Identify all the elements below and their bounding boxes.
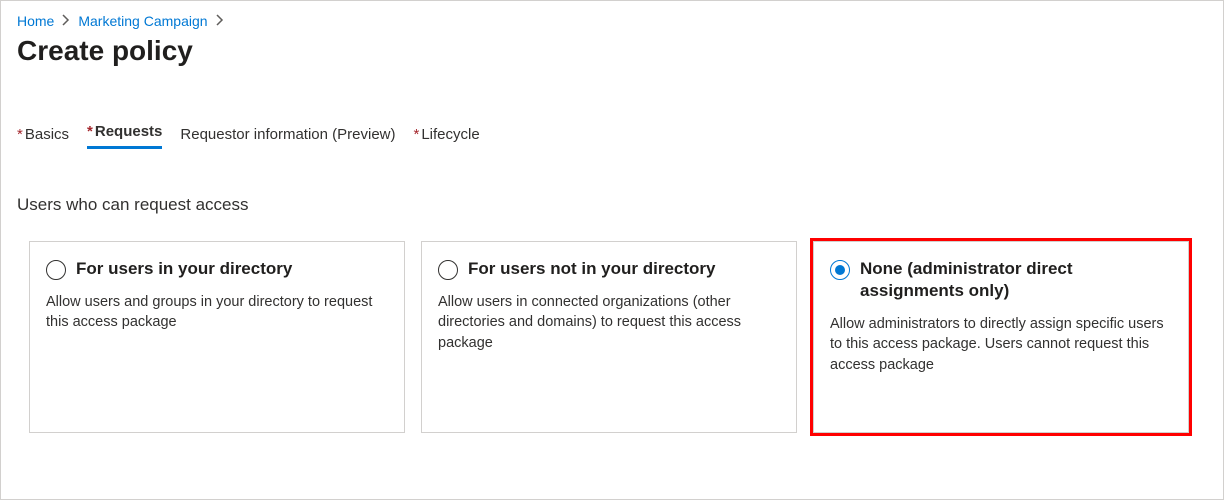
option-users-not-in-directory[interactable]: For users not in your directory Allow us… (421, 241, 797, 433)
tab-requests[interactable]: *Requests (87, 123, 162, 149)
chevron-right-icon (62, 14, 70, 29)
breadcrumb: Home Marketing Campaign (17, 13, 1207, 29)
options-group: For users in your directory Allow users … (29, 241, 1207, 433)
radio-icon[interactable] (830, 260, 850, 280)
option-header: None (administrator direct assignments o… (830, 258, 1172, 302)
tab-requestor-information[interactable]: Requestor information (Preview) (180, 126, 395, 149)
tab-basics[interactable]: *Basics (17, 126, 69, 149)
radio-icon[interactable] (46, 260, 66, 280)
chevron-right-icon (216, 14, 224, 29)
tab-label: Lifecycle (421, 126, 479, 143)
option-header: For users in your directory (46, 258, 388, 280)
breadcrumb-marketing-campaign[interactable]: Marketing Campaign (78, 13, 207, 29)
required-asterisk: * (17, 126, 23, 143)
tab-label: Basics (25, 126, 69, 143)
option-title: None (administrator direct assignments o… (860, 258, 1172, 302)
tabs: *Basics *Requests Requestor information … (17, 123, 1207, 149)
page-title: Create policy (17, 35, 1207, 67)
breadcrumb-home[interactable]: Home (17, 13, 54, 29)
option-none-admin-direct[interactable]: None (administrator direct assignments o… (813, 241, 1189, 433)
option-desc: Allow users and groups in your directory… (46, 292, 388, 333)
tab-label: Requestor information (Preview) (180, 126, 395, 143)
tab-lifecycle[interactable]: *Lifecycle (414, 126, 480, 149)
option-users-in-directory[interactable]: For users in your directory Allow users … (29, 241, 405, 433)
required-asterisk: * (87, 123, 93, 140)
required-asterisk: * (414, 126, 420, 143)
option-header: For users not in your directory (438, 258, 780, 280)
tab-label: Requests (95, 123, 163, 140)
option-desc: Allow users in connected organizations (… (438, 292, 780, 353)
radio-icon[interactable] (438, 260, 458, 280)
option-title: For users in your directory (76, 258, 292, 280)
option-desc: Allow administrators to directly assign … (830, 314, 1172, 375)
option-title: For users not in your directory (468, 258, 716, 280)
section-label: Users who can request access (17, 195, 1207, 215)
